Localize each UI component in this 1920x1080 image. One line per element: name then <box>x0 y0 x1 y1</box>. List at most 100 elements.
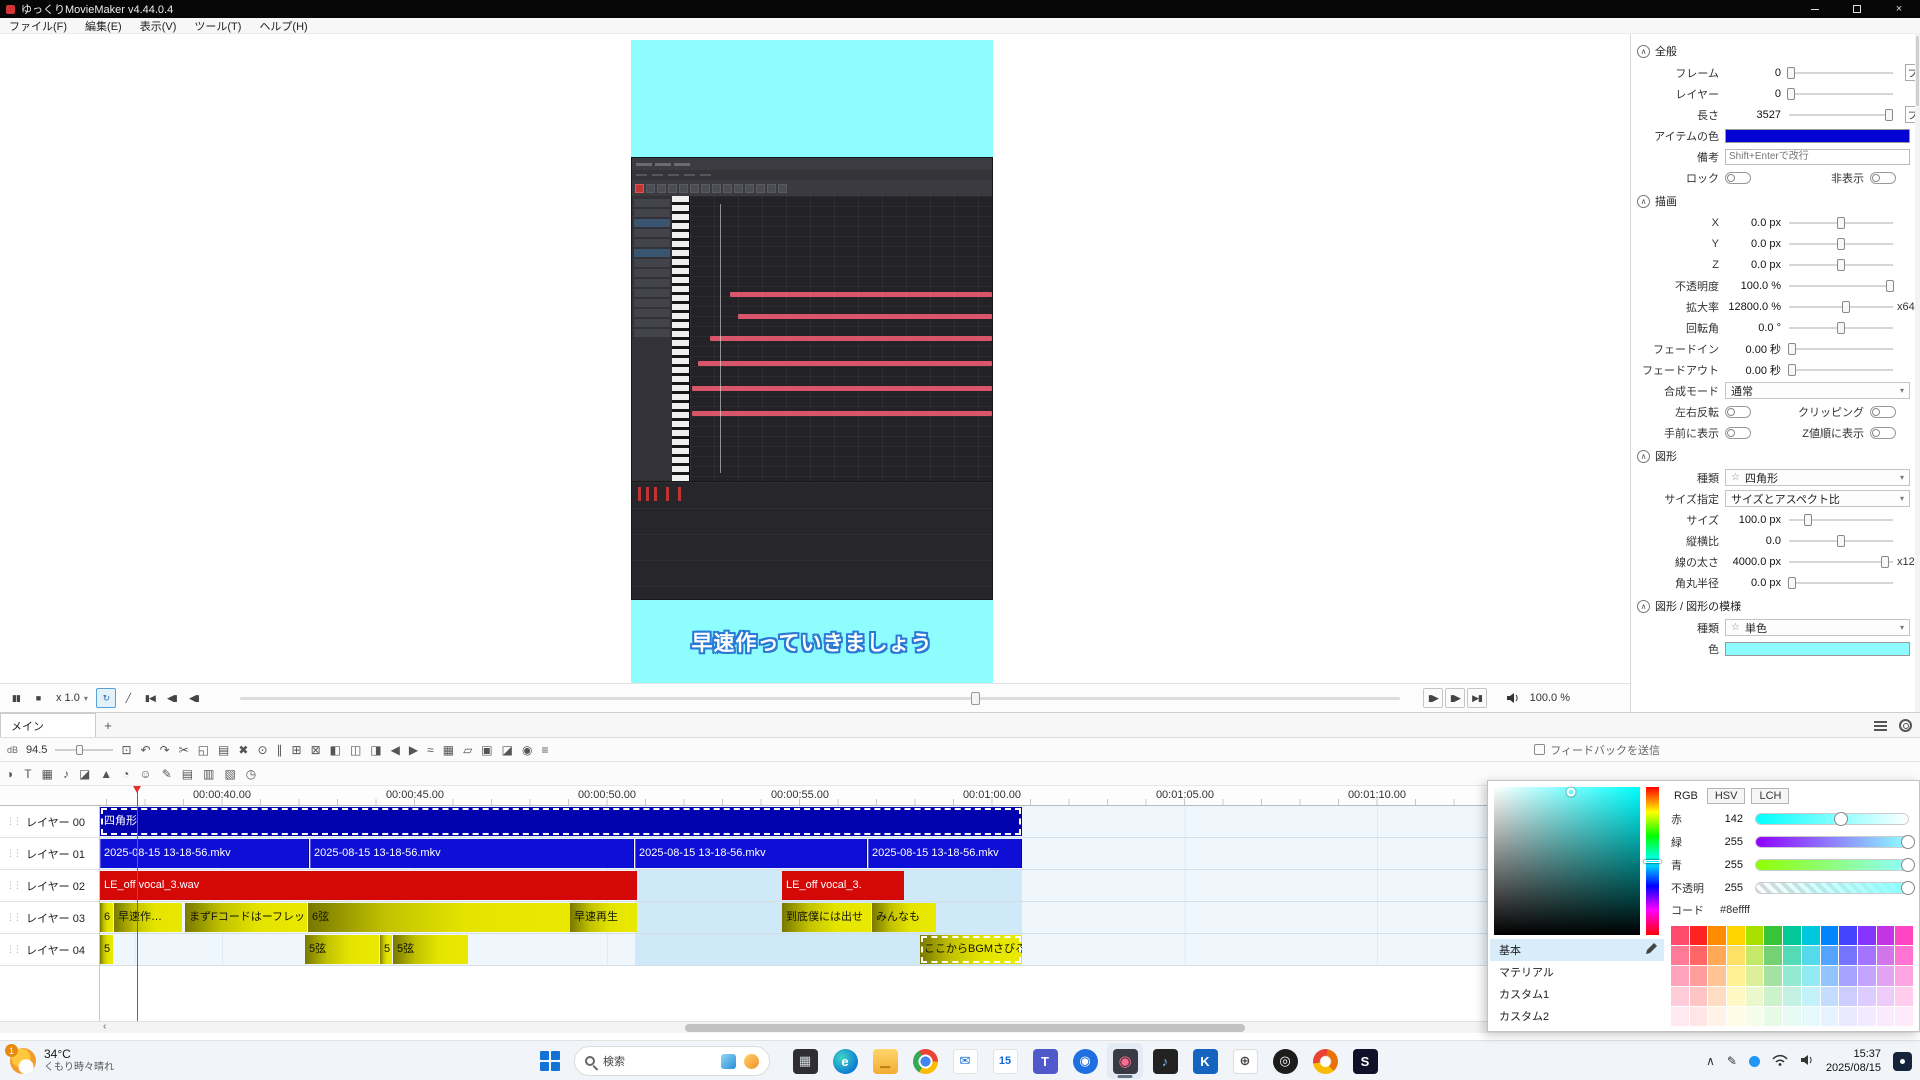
palette-swatch[interactable] <box>1671 926 1689 945</box>
menubar-item[interactable]: ヘルプ(H) <box>250 18 316 33</box>
toggle-switch[interactable] <box>1725 406 1751 418</box>
property-slider[interactable] <box>1789 363 1893 377</box>
slider-handle[interactable] <box>1788 577 1796 589</box>
palette-swatch[interactable] <box>1858 946 1876 965</box>
layer-header[interactable]: ⋮⋮レイヤー 03 <box>0 902 99 934</box>
palette-swatch[interactable] <box>1671 946 1689 965</box>
drag-handle-icon[interactable]: ⋮⋮ <box>6 944 20 955</box>
palette-swatch[interactable] <box>1783 1007 1801 1026</box>
timeline-item[interactable]: 2025-08-15 13-18-56.mkv <box>635 839 867 868</box>
palette-swatch[interactable] <box>1877 946 1895 965</box>
toggle-switch[interactable] <box>1870 172 1896 184</box>
picker-slider[interactable] <box>1755 859 1909 871</box>
slider-handle[interactable] <box>1886 280 1894 292</box>
eyedropper-icon[interactable] <box>1645 941 1659 958</box>
obs-app-button[interactable]: ◎ <box>1267 1043 1303 1079</box>
palette-swatch[interactable] <box>1802 966 1820 985</box>
slider-handle[interactable] <box>1804 514 1812 526</box>
tray-expand-icon[interactable]: ∧ <box>1706 1054 1715 1068</box>
palette-swatch[interactable] <box>1802 1007 1820 1026</box>
lock-icon[interactable]: ⊙ <box>257 744 267 756</box>
section-header[interactable]: ∧描画 <box>1631 190 1920 212</box>
palette-swatch[interactable] <box>1877 1007 1895 1026</box>
character-item-icon[interactable]: ◔ <box>122 768 129 780</box>
property-slider[interactable] <box>1789 66 1893 80</box>
wifi-icon[interactable] <box>1772 1054 1788 1069</box>
scrollbar-thumb[interactable] <box>685 1024 1245 1032</box>
picker-slider[interactable] <box>1755 813 1909 825</box>
palette-swatch[interactable] <box>1877 987 1895 1006</box>
close-button[interactable]: × <box>1878 0 1920 18</box>
color-tab-rgb[interactable]: RGB <box>1671 789 1701 803</box>
dropdown[interactable]: 通常▾ <box>1725 382 1910 399</box>
drag-handle-icon[interactable]: ⋮⋮ <box>6 912 20 923</box>
palette-swatch[interactable] <box>1783 987 1801 1006</box>
music-app-app-button[interactable]: ♪ <box>1147 1043 1183 1079</box>
play-button[interactable]: ▮▶ <box>1445 688 1465 708</box>
picker-slider[interactable] <box>1755 836 1909 848</box>
property-slider[interactable] <box>1789 321 1893 335</box>
timeline-item[interactable]: まずFコードはーフレットは <box>185 903 307 932</box>
palette-swatch[interactable] <box>1895 1007 1913 1026</box>
file-explorer-app-button[interactable]: ▁ <box>867 1043 903 1079</box>
effect-item-icon[interactable]: ▧ <box>224 768 235 780</box>
palette-swatch[interactable] <box>1708 926 1726 945</box>
slider-handle[interactable] <box>1837 535 1845 547</box>
skip-end-button[interactable]: ▶▮ <box>1467 688 1487 708</box>
repeat-button[interactable]: ↻ <box>96 688 116 708</box>
toggle-switch[interactable] <box>1725 172 1751 184</box>
palette-swatch[interactable] <box>1708 987 1726 1006</box>
draw-item-icon[interactable]: ✎ <box>162 768 172 780</box>
property-slider[interactable] <box>1789 216 1893 230</box>
hue-slider[interactable] <box>1646 787 1659 935</box>
gear-icon[interactable] <box>1899 719 1912 732</box>
palette-swatch[interactable] <box>1764 926 1782 945</box>
picker-slider-handle[interactable] <box>1901 835 1915 849</box>
property-slider[interactable] <box>1789 534 1893 548</box>
palette-swatch[interactable] <box>1839 926 1857 945</box>
palette-swatch[interactable] <box>1895 987 1913 1006</box>
palette-swatch[interactable] <box>1690 926 1708 945</box>
palette-swatch[interactable] <box>1746 966 1764 985</box>
image-item-icon[interactable]: ◪ <box>79 768 90 780</box>
collapse-icon[interactable]: ∧ <box>1637 600 1650 613</box>
playback-speed-dropdown[interactable]: x 1.0 ▾ <box>51 692 93 704</box>
jump-back-icon[interactable]: ◀ <box>391 744 400 756</box>
palette-swatch[interactable] <box>1764 987 1782 1006</box>
palette-swatch[interactable] <box>1690 1007 1708 1026</box>
layer-header[interactable]: ⋮⋮レイヤー 01 <box>0 838 99 870</box>
panel-scrollbar[interactable] <box>1915 34 1920 712</box>
search-highlight-icon-2[interactable] <box>744 1054 759 1069</box>
layer-header[interactable]: ⋮⋮レイヤー 00 <box>0 806 99 838</box>
toggle-switch[interactable] <box>1725 427 1751 439</box>
palette-swatch[interactable] <box>1821 1007 1839 1026</box>
slider-handle[interactable] <box>1842 301 1850 313</box>
picker-slider-handle[interactable] <box>1901 858 1915 872</box>
menubar-item[interactable]: 表示(V) <box>131 18 186 33</box>
image-icon[interactable]: ◪ <box>502 744 513 756</box>
speaker-icon[interactable] <box>1800 1054 1814 1069</box>
palette-swatch[interactable] <box>1746 926 1764 945</box>
capture-icon[interactable]: ◉ <box>522 744 532 756</box>
palette-swatch[interactable] <box>1821 926 1839 945</box>
collapse-icon[interactable]: ∧ <box>1637 450 1650 463</box>
list-icon[interactable]: ≡ <box>541 744 548 756</box>
browser-canary-app-button[interactable] <box>1307 1043 1343 1079</box>
slider-handle[interactable] <box>1885 109 1893 121</box>
emoji-item-icon[interactable]: ☺ <box>139 768 151 780</box>
timeline-zoom-slider[interactable] <box>55 744 113 756</box>
curve-editor-button[interactable]: ╱ <box>118 688 138 708</box>
minimize-button[interactable] <box>1794 0 1836 18</box>
weather-widget[interactable]: 1 34°C くもり時々晴れ <box>10 1041 114 1080</box>
section-header[interactable]: ∧図形 / 図形の模様 <box>1631 595 1920 617</box>
playhead[interactable] <box>137 786 138 1021</box>
scroll-left-icon[interactable]: ‹ <box>103 1021 106 1032</box>
slider-handle[interactable] <box>1787 67 1795 79</box>
color-marker[interactable] <box>1567 788 1576 797</box>
palette-swatch[interactable] <box>1895 946 1913 965</box>
property-slider[interactable] <box>1789 87 1893 101</box>
property-slider[interactable] <box>1789 279 1893 293</box>
teams-app-button[interactable]: T <box>1027 1043 1063 1079</box>
picker-slider-handle[interactable] <box>1834 812 1848 826</box>
drag-handle-icon[interactable]: ⋮⋮ <box>6 880 20 891</box>
